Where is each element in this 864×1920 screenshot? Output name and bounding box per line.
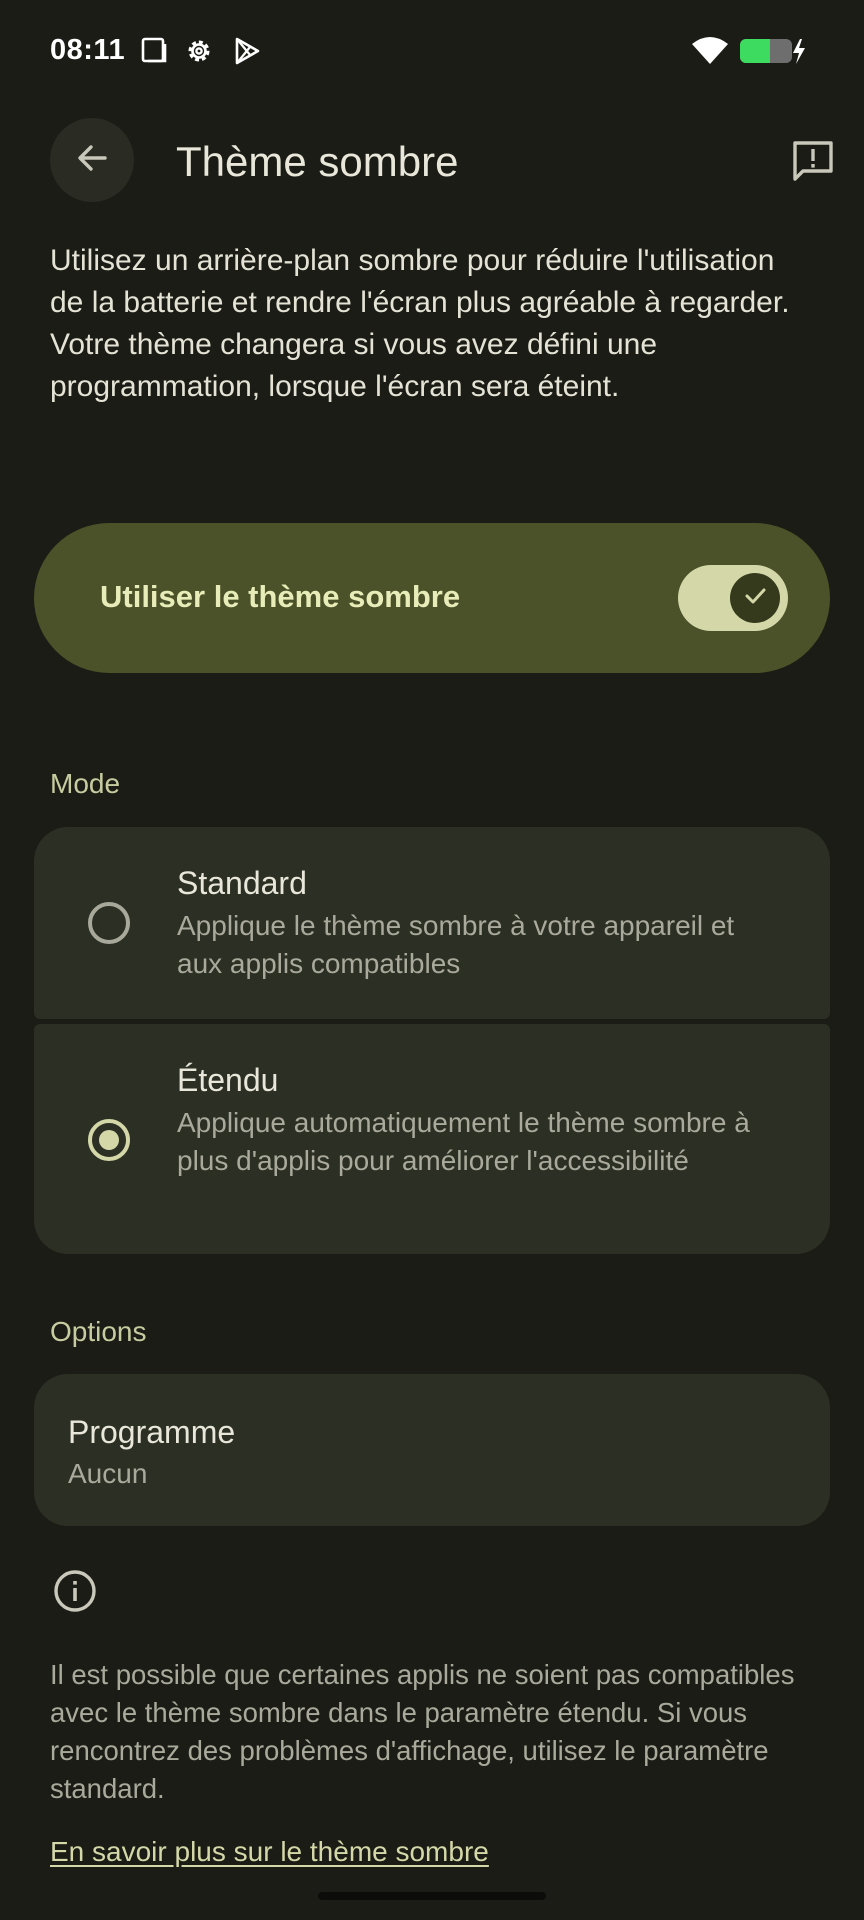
extended-option-title: Étendu [177, 1062, 279, 1098]
check-icon [741, 582, 769, 615]
mode-option-standard[interactable]: Standard Applique le thème sombre à votr… [34, 827, 830, 1019]
page-description: Utilisez un arrière-plan sombre pour réd… [50, 244, 790, 403]
mode-section-header: Mode [50, 768, 121, 799]
extended-option-subtitle: Applique automatiquement le thème sombre… [177, 1107, 750, 1176]
options-section-header: Options [50, 1316, 147, 1347]
use-dark-theme-toggle-row[interactable]: Utiliser le thème sombre [34, 523, 830, 673]
settings-gear-icon [184, 36, 214, 71]
status-bar: 08:11 [0, 0, 864, 100]
dark-theme-switch[interactable] [678, 565, 788, 631]
switch-thumb [730, 573, 780, 623]
mode-option-extended[interactable]: Étendu Applique automatiquement le thème… [34, 1024, 830, 1254]
status-time: 08:11 [50, 34, 126, 66]
schedule-title: Programme [68, 1414, 236, 1450]
battery-charging-icon [738, 36, 808, 71]
feedback-button[interactable] [790, 138, 836, 189]
screenshot-icon [140, 36, 168, 69]
home-indicator[interactable] [318, 1892, 546, 1900]
standard-option-subtitle: Applique le thème sombre à votre apparei… [177, 910, 735, 979]
play-store-icon [232, 36, 262, 71]
wifi-icon [690, 34, 730, 71]
extended-radio-button[interactable] [88, 1119, 130, 1161]
standard-option-title: Standard [177, 865, 307, 901]
page-title: Thème sombre [176, 138, 459, 185]
use-dark-theme-label: Utiliser le thème sombre [100, 579, 461, 614]
learn-more-link[interactable]: En savoir plus sur le thème sombre [50, 1836, 489, 1868]
arrow-back-icon [73, 139, 111, 182]
compatibility-note: Il est possible que certaines applis ne … [50, 1659, 795, 1804]
standard-radio-button[interactable] [88, 902, 130, 944]
back-button[interactable] [50, 118, 134, 202]
schedule-setting[interactable]: Programme Aucun [34, 1374, 830, 1526]
schedule-value: Aucun [68, 1458, 148, 1489]
feedback-icon [790, 141, 836, 188]
info-icon [52, 1568, 98, 1619]
top-app-bar: Thème sombre [0, 110, 864, 210]
